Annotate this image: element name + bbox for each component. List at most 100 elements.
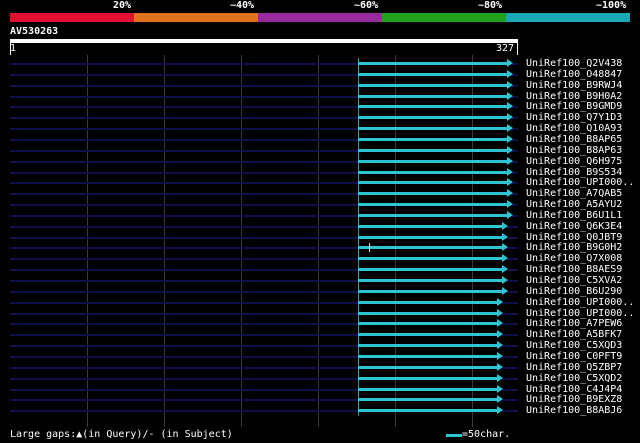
hit-arrow-icon	[507, 124, 513, 132]
hit-row[interactable]: UniRef100_C5XVA2	[0, 275, 640, 286]
hit-row[interactable]: UniRef100_O48847	[0, 69, 640, 80]
hit-bar[interactable]	[358, 409, 497, 412]
hit-arrow-icon	[497, 319, 503, 327]
hit-row[interactable]: UniRef100_B6U1L1	[0, 210, 640, 221]
hit-bar[interactable]	[358, 301, 497, 304]
hit-bar[interactable]	[358, 290, 502, 293]
hit-bar[interactable]	[358, 171, 507, 174]
hit-bar[interactable]	[358, 203, 507, 206]
hit-bar[interactable]	[358, 192, 507, 195]
hit-bar[interactable]	[358, 73, 507, 76]
hit-bar[interactable]	[358, 127, 507, 130]
hit-bar[interactable]	[358, 279, 502, 282]
hit-label[interactable]: UniRef100_Q5ZBP7	[526, 362, 622, 373]
hit-bar[interactable]	[358, 268, 502, 271]
hit-label[interactable]: UniRef100_B9RWJ4	[526, 80, 622, 91]
hit-bar[interactable]	[358, 149, 507, 152]
hit-label[interactable]: UniRef100_B6U290	[526, 286, 622, 297]
hit-label[interactable]: UniRef100_B6U1L1	[526, 210, 622, 221]
hit-label[interactable]: UniRef100_Q6H975	[526, 156, 622, 167]
hit-bar[interactable]	[358, 333, 497, 336]
hit-label[interactable]: UniRef100_C5XQD2	[526, 373, 622, 384]
hit-label[interactable]: UniRef100_Q2V438	[526, 58, 622, 69]
hit-row[interactable]: UniRef100_A5BFK7	[0, 329, 640, 340]
hit-label[interactable]: UniRef100_B8AES9	[526, 264, 622, 275]
hit-row[interactable]: UniRef100_Q7Y1D3	[0, 112, 640, 123]
hit-bar[interactable]	[358, 105, 507, 108]
hit-label[interactable]: UniRef100_UPI000..	[526, 297, 634, 308]
hit-label[interactable]: UniRef100_A5AYU2	[526, 199, 622, 210]
hit-row[interactable]: UniRef100_C5XQD2	[0, 373, 640, 384]
hit-label[interactable]: UniRef100_Q6K3E4	[526, 221, 622, 232]
hit-row[interactable]: UniRef100_UPI000..	[0, 177, 640, 188]
hit-row[interactable]: UniRef100_Q10A93	[0, 123, 640, 134]
hit-row[interactable]: UniRef100_Q2V438	[0, 58, 640, 69]
hit-label[interactable]: UniRef100_Q7Y1D3	[526, 112, 622, 123]
hit-row[interactable]: UniRef100_Q6H975	[0, 156, 640, 167]
hit-row[interactable]: UniRef100_B9EXZ8	[0, 394, 640, 405]
hit-bar[interactable]	[358, 181, 507, 184]
hit-bar[interactable]	[358, 355, 497, 358]
hit-bar[interactable]	[358, 344, 497, 347]
hit-bar[interactable]	[358, 388, 497, 391]
hit-row[interactable]: UniRef100_C5XQD3	[0, 340, 640, 351]
hit-label[interactable]: UniRef100_C5XQD3	[526, 340, 622, 351]
hit-bar[interactable]	[358, 62, 507, 65]
footer: Large gaps:▲(in Query)/- (in Subject) =5…	[0, 429, 640, 443]
hit-bar[interactable]	[358, 214, 507, 217]
hit-bar[interactable]	[358, 257, 502, 260]
hit-label[interactable]: UniRef100_C0PFT9	[526, 351, 622, 362]
hit-bar[interactable]	[358, 236, 502, 239]
hit-bar[interactable]	[358, 377, 497, 380]
hit-label[interactable]: UniRef100_A7QAB5	[526, 188, 622, 199]
hit-row[interactable]: UniRef100_B9GMD9	[0, 101, 640, 112]
hit-row[interactable]: UniRef100_C4J4P4	[0, 384, 640, 395]
hit-label[interactable]: UniRef100_Q10A93	[526, 123, 622, 134]
hit-label[interactable]: UniRef100_Q7X008	[526, 253, 622, 264]
hit-row[interactable]: UniRef100_B8AES9	[0, 264, 640, 275]
hit-bar[interactable]	[358, 366, 497, 369]
hit-row[interactable]: UniRef100_B9RWJ4	[0, 80, 640, 91]
hit-row[interactable]: UniRef100_Q6K3E4	[0, 221, 640, 232]
hit-bar[interactable]	[358, 95, 507, 98]
hit-row[interactable]: UniRef100_UPI000..	[0, 297, 640, 308]
hit-row[interactable]: UniRef100_B8AP65	[0, 134, 640, 145]
hit-bar[interactable]	[358, 312, 497, 315]
hit-bar[interactable]	[358, 84, 507, 87]
hit-row[interactable]: UniRef100_B6U290	[0, 286, 640, 297]
hit-bar[interactable]	[358, 116, 507, 119]
hit-label[interactable]: UniRef100_A5BFK7	[526, 329, 622, 340]
hit-label[interactable]: UniRef100_O48847	[526, 69, 622, 80]
hit-label[interactable]: UniRef100_A7PEW6	[526, 318, 622, 329]
hit-arrow-icon	[507, 178, 513, 186]
hit-row[interactable]: UniRef100_A7PEW6	[0, 318, 640, 329]
hit-row[interactable]: UniRef100_UPI000..	[0, 308, 640, 319]
hit-row[interactable]: UniRef100_B8AP63	[0, 145, 640, 156]
hit-bar[interactable]	[358, 225, 502, 228]
hit-row[interactable]: UniRef100_B8ABJ6	[0, 405, 640, 416]
hit-label[interactable]: UniRef100_B8ABJ6	[526, 405, 622, 416]
hit-row[interactable]: UniRef100_A7QAB5	[0, 188, 640, 199]
hit-bar[interactable]	[358, 138, 507, 141]
hit-bar[interactable]	[358, 160, 507, 163]
hit-label[interactable]: UniRef100_B8AP65	[526, 134, 622, 145]
hit-row[interactable]: UniRef100_Q0JBT9	[0, 232, 640, 243]
hit-row[interactable]: UniRef100_Q7X008	[0, 253, 640, 264]
hit-row[interactable]: UniRef100_C0PFT9	[0, 351, 640, 362]
hit-label[interactable]: UniRef100_B9EXZ8	[526, 394, 622, 405]
hit-bar[interactable]	[358, 246, 502, 249]
hit-label[interactable]: UniRef100_UPI000..	[526, 177, 634, 188]
hit-label[interactable]: UniRef100_C5XVA2	[526, 275, 622, 286]
hit-row[interactable]: UniRef100_B9G0H2	[0, 242, 640, 253]
hit-label[interactable]: UniRef100_B9GMD9	[526, 101, 622, 112]
scale-legend-text: =50char.	[462, 429, 511, 440]
hit-row[interactable]: UniRef100_B9H0A2	[0, 91, 640, 102]
hit-row[interactable]: UniRef100_A5AYU2	[0, 199, 640, 210]
hit-bar[interactable]	[358, 322, 497, 325]
hit-row[interactable]: UniRef100_Q5ZBP7	[0, 362, 640, 373]
hit-row[interactable]: UniRef100_B9S534	[0, 167, 640, 178]
hit-bar[interactable]	[358, 398, 497, 401]
hit-label[interactable]: UniRef100_B8AP63	[526, 145, 622, 156]
hit-label[interactable]: UniRef100_B9G0H2	[526, 242, 622, 253]
query-title: AV530263	[10, 26, 59, 37]
